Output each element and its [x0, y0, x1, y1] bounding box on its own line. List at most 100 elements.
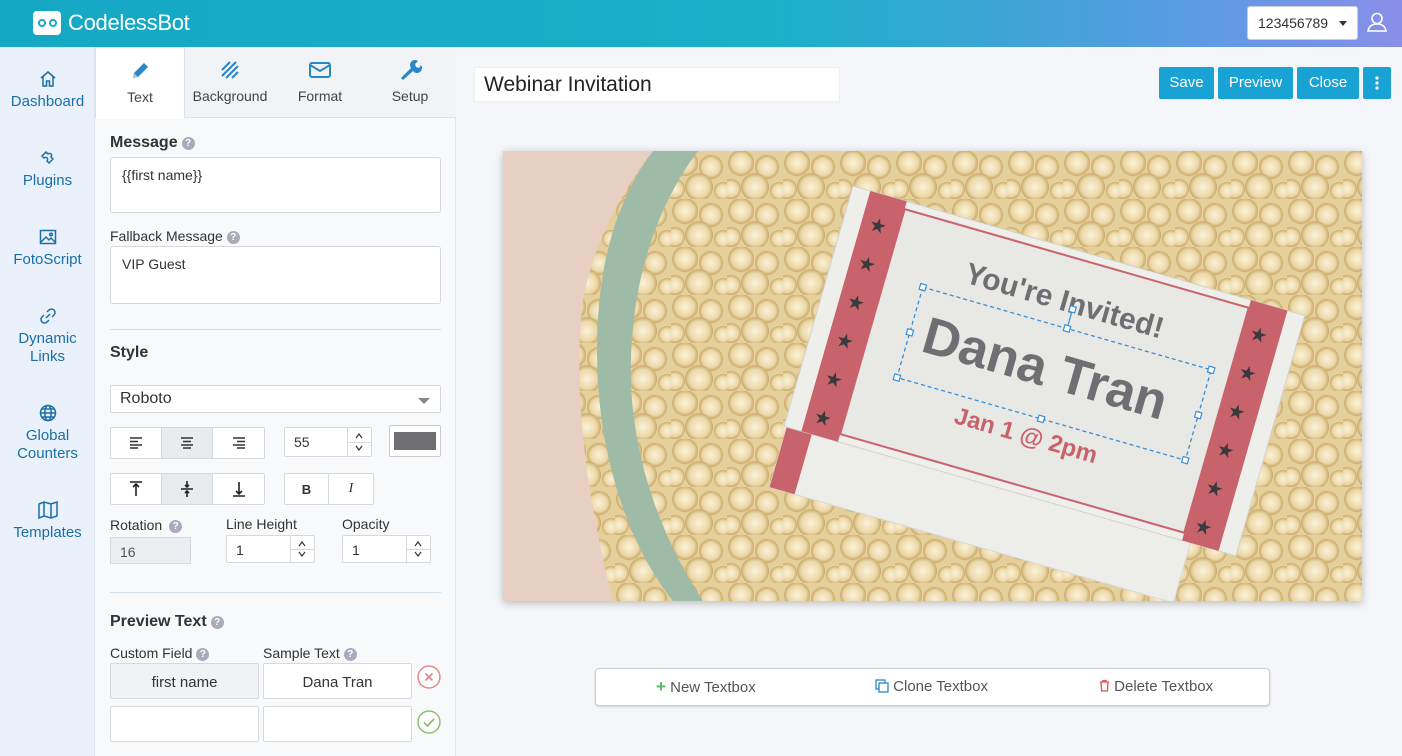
- caret-down-icon: [1339, 21, 1347, 26]
- chevron-down-icon: [418, 398, 430, 404]
- font-size-value: 55: [294, 434, 310, 450]
- align-top-icon: [130, 481, 142, 496]
- divider: [110, 592, 441, 593]
- nav-templates[interactable]: Templates: [0, 500, 95, 542]
- rotation-label: Rotation?: [110, 517, 183, 533]
- italic-button[interactable]: I: [329, 474, 373, 504]
- tab-setup[interactable]: Setup: [365, 47, 455, 118]
- chevron-down-icon[interactable]: [298, 550, 306, 558]
- message-input[interactable]: {{first name}}: [110, 157, 441, 213]
- nav-label: Dashboard: [10, 93, 85, 110]
- clone-textbox-button[interactable]: Clone Textbox: [875, 669, 988, 705]
- sample-text-input[interactable]: [263, 706, 412, 742]
- close-button[interactable]: Close: [1297, 67, 1359, 99]
- align-right-icon: [232, 437, 245, 449]
- fallback-label: Fallback Message?: [110, 228, 240, 244]
- align-left-icon: [130, 437, 142, 449]
- plus-icon: +: [656, 677, 666, 696]
- message-label: Message?: [110, 134, 195, 152]
- stepper-arrows[interactable]: [290, 536, 314, 562]
- align-center-button[interactable]: [162, 428, 213, 458]
- help-icon[interactable]: ?: [210, 616, 224, 629]
- text-color-picker[interactable]: [389, 425, 441, 457]
- help-icon[interactable]: ?: [343, 648, 357, 661]
- bold-button[interactable]: B: [285, 474, 329, 504]
- custom-field-input[interactable]: [110, 706, 259, 742]
- remove-row-icon[interactable]: [417, 665, 441, 689]
- template-title-input[interactable]: Webinar Invitation: [474, 67, 840, 102]
- nav-label: FotoScript: [13, 251, 82, 268]
- align-right-button[interactable]: [213, 428, 264, 458]
- envelope-icon: [309, 62, 331, 78]
- robot-logo-icon: [33, 11, 61, 35]
- design-canvas[interactable]: ★ ★ ★ ★ ★ ★ ★ ★ ★ ★ ★ ★ You're Invited! Dana Tran …: [503, 151, 1362, 601]
- help-icon[interactable]: ?: [181, 137, 195, 150]
- font-value: Roboto: [120, 390, 172, 407]
- opacity-label: Opacity: [342, 516, 390, 532]
- tab-background[interactable]: Background: [185, 47, 275, 118]
- delete-textbox-button[interactable]: Delete Textbox: [1099, 669, 1213, 705]
- tab-label: Background: [192, 88, 268, 104]
- custom-field-input[interactable]: first name: [110, 663, 259, 699]
- help-icon[interactable]: ?: [169, 520, 183, 533]
- help-icon[interactable]: ?: [196, 648, 210, 661]
- chevron-up-icon[interactable]: [355, 432, 363, 440]
- nav-fotoscript[interactable]: FotoScript: [0, 227, 95, 269]
- vertical-align-group: [110, 473, 265, 505]
- user-icon[interactable]: [1366, 11, 1388, 33]
- stepper-arrows[interactable]: [347, 428, 371, 456]
- nav-dashboard[interactable]: Dashboard: [0, 69, 95, 111]
- font-select[interactable]: Roboto: [110, 385, 441, 413]
- save-button[interactable]: Save: [1159, 67, 1214, 99]
- new-textbox-button[interactable]: + New Textbox: [656, 669, 756, 705]
- align-center-icon: [181, 437, 193, 449]
- account-id: 123456789: [1258, 15, 1329, 31]
- nav-dynamic-links[interactable]: Dynamic Links: [0, 306, 95, 366]
- copy-icon: [875, 679, 889, 693]
- tab-text[interactable]: Text: [95, 47, 185, 119]
- rotation-field[interactable]: 16: [110, 537, 191, 564]
- sample-text-input[interactable]: Dana Tran: [263, 663, 412, 699]
- more-options-button[interactable]: [1363, 67, 1391, 99]
- font-style-group: B I: [284, 473, 374, 505]
- tab-label: Format: [297, 88, 343, 104]
- fallback-input[interactable]: VIP Guest: [110, 246, 441, 304]
- chevron-up-icon[interactable]: [298, 540, 306, 548]
- valign-bottom-button[interactable]: [213, 474, 264, 504]
- align-left-button[interactable]: [111, 428, 162, 458]
- trash-icon: [1100, 679, 1109, 692]
- image-icon: [39, 229, 56, 245]
- nav-label: Dynamic Links: [18, 330, 77, 365]
- nav-label: Global Counters: [17, 427, 78, 462]
- sample-text-label: Sample Text?: [263, 645, 357, 661]
- divider: [110, 329, 441, 330]
- chevron-down-icon[interactable]: [355, 444, 363, 452]
- nav-global-counters[interactable]: Global Counters: [0, 403, 95, 463]
- add-row-icon[interactable]: [417, 710, 441, 734]
- valign-top-button[interactable]: [111, 474, 162, 504]
- tab-format[interactable]: Format: [275, 47, 365, 118]
- wrench-icon: [401, 60, 422, 80]
- font-size-stepper[interactable]: 55: [284, 427, 372, 457]
- app-logo[interactable]: CodelessBot: [33, 10, 190, 36]
- chevron-up-icon[interactable]: [414, 540, 422, 548]
- globe-icon: [39, 404, 56, 422]
- valign-middle-button[interactable]: [162, 474, 213, 504]
- opacity-stepper[interactable]: 1: [342, 535, 431, 563]
- panel-tabs: Text Background Format Setup: [95, 47, 456, 119]
- preview-button[interactable]: Preview: [1218, 67, 1293, 99]
- left-nav: Dashboard Plugins FotoScript Dynamic Lin…: [0, 47, 95, 756]
- account-select[interactable]: 123456789: [1247, 6, 1358, 40]
- help-icon[interactable]: ?: [226, 231, 240, 244]
- stepper-arrows[interactable]: [406, 536, 430, 562]
- line-height-stepper[interactable]: 1: [226, 535, 315, 563]
- chevron-down-icon[interactable]: [414, 550, 422, 558]
- style-label: Style: [110, 344, 149, 361]
- plugin-icon: [40, 150, 54, 165]
- nav-plugins[interactable]: Plugins: [0, 148, 95, 190]
- nav-label: Templates: [13, 524, 82, 541]
- italic-icon: I: [348, 481, 354, 496]
- new-textbox-label: New Textbox: [670, 679, 756, 696]
- nav-label: Plugins: [22, 172, 73, 189]
- tab-label: Setup: [391, 88, 429, 104]
